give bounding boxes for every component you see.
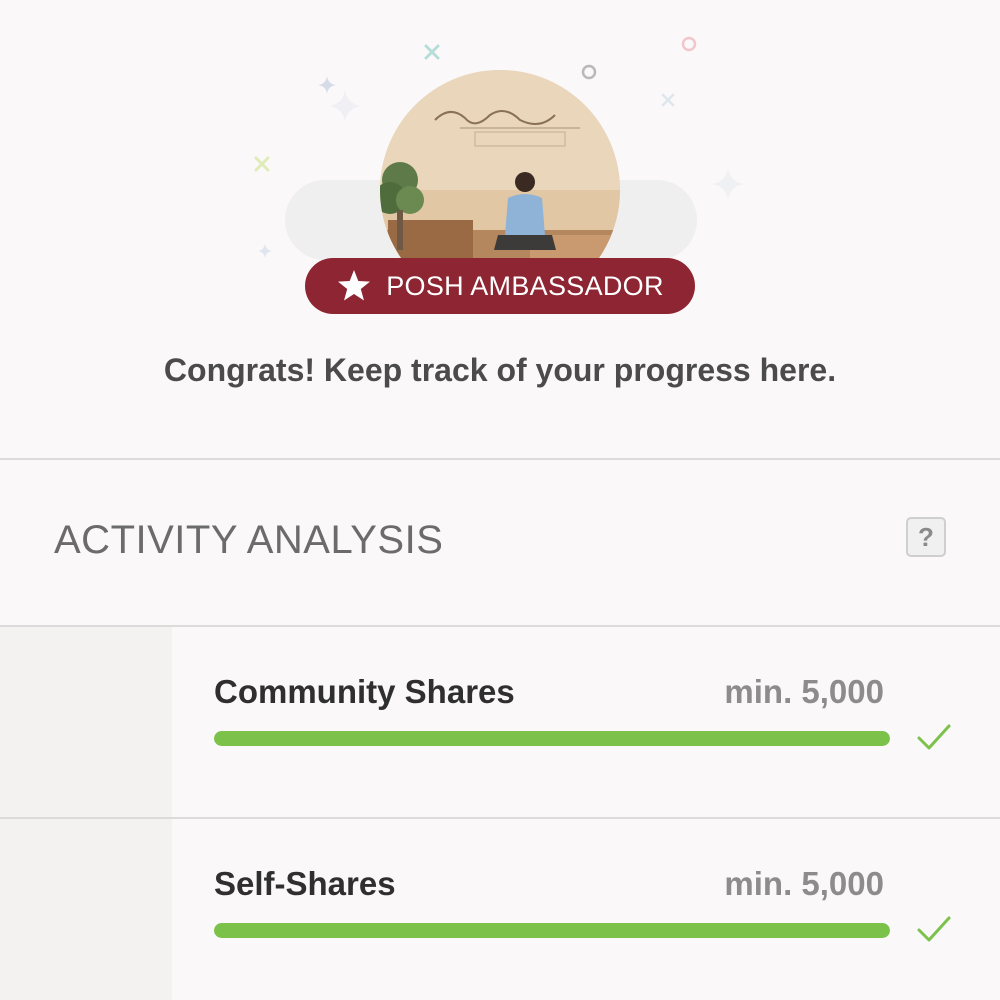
metric-label: Community Shares <box>214 673 515 710</box>
metric-row-self-shares: Self-Shares min. 5,000 <box>0 819 1000 1000</box>
progress-fill <box>214 731 890 746</box>
metric-row-community-shares: Community Shares min. 5,000 <box>0 627 1000 819</box>
ambassador-progress-page: POSH AMBASSADOR Congrats! Keep track of … <box>0 0 1000 1000</box>
congrats-message: Congrats! Keep track of your progress he… <box>163 352 837 388</box>
progress-fill <box>214 923 890 938</box>
check-icon <box>917 916 951 942</box>
activity-metrics-list: Community Shares min. 5,000 Self-Shares … <box>0 627 1000 1000</box>
metric-minimum: min. 5,000 <box>724 865 884 902</box>
posh-ambassador-badge: POSH AMBASSADOR <box>305 258 695 314</box>
header-divider <box>0 458 1000 460</box>
progress-bar <box>214 923 890 938</box>
metric-minimum: min. 5,000 <box>724 673 884 710</box>
metric-label: Self-Shares <box>214 865 396 902</box>
badge-label: POSH AMBASSADOR <box>386 270 664 301</box>
progress-bar <box>214 731 890 746</box>
help-button[interactable]: ? <box>906 517 946 557</box>
activity-analysis-title: ACTIVITY ANALYSIS <box>54 518 444 562</box>
ambassador-header: POSH AMBASSADOR Congrats! Keep track of … <box>0 0 1000 460</box>
check-icon <box>917 724 951 750</box>
star-icon <box>338 270 371 301</box>
